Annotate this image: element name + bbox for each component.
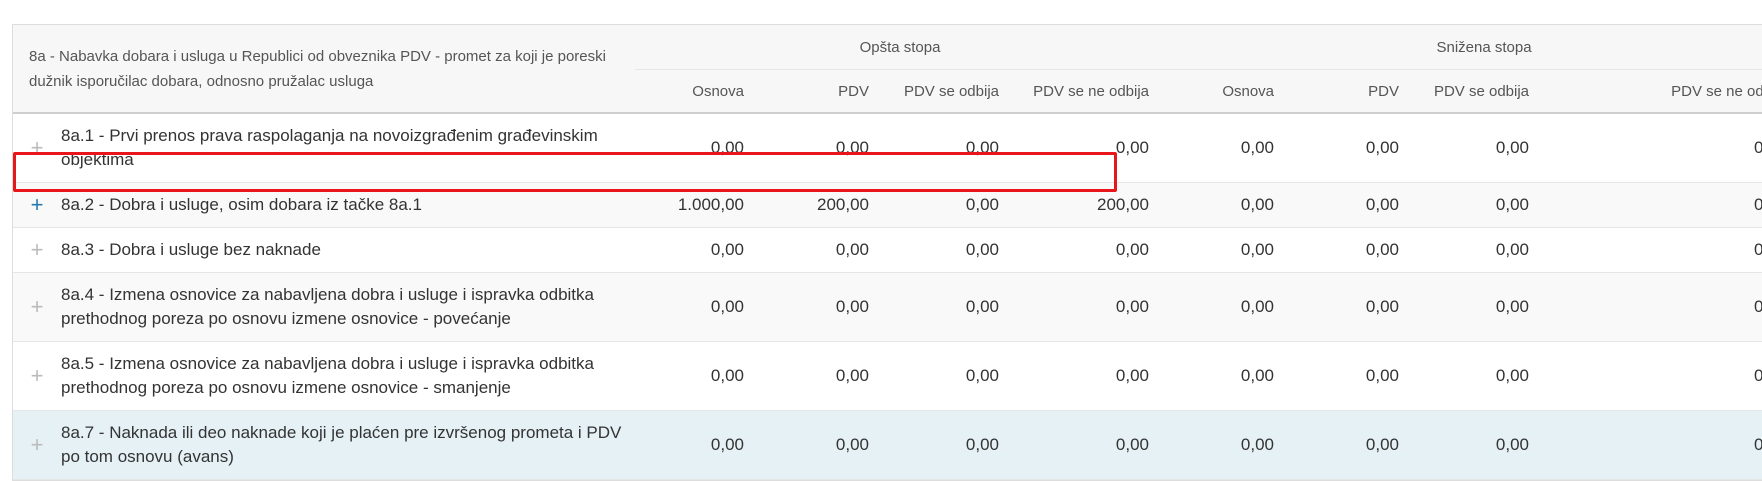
pdv-table: 8a - Nabavka dobara i usluga u Republici… — [13, 25, 1762, 480]
table-row[interactable]: + 8a.1 - Prvi prenos prava raspolaganja … — [13, 113, 1762, 183]
value-cell: 0,00 — [885, 182, 1015, 228]
table-row[interactable]: + 8a.5 - Izmena osnovice za nabavljena d… — [13, 341, 1762, 411]
value-cell: 0,00 — [1165, 272, 1291, 342]
value-cell: 0,00 — [1290, 410, 1416, 480]
section-title: 8a - Nabavka dobara i usluga u Republici… — [13, 25, 635, 114]
expand-cell: + — [13, 113, 61, 183]
value-cell: 0,00 — [1015, 341, 1166, 411]
table-row[interactable]: + 8a.2 - Dobra i usluge, osim dobara iz … — [13, 182, 1762, 228]
header-group-row: 8a - Nabavka dobara i usluga u Republici… — [13, 25, 1762, 114]
column-header: PDV se odbija — [885, 69, 1015, 114]
value-cell: 0,00 — [1165, 227, 1291, 273]
value-cell: 1.000,00 — [635, 182, 760, 228]
value-cell: 0,00 — [1290, 272, 1416, 342]
plus-icon[interactable]: + — [31, 135, 44, 161]
pdv-table-container: 8a - Nabavka dobara i usluga u Republici… — [12, 24, 1762, 481]
value-cell: 0,00 — [635, 113, 760, 183]
value-cell: 0,00 — [635, 227, 760, 273]
value-cell: 0,00 — [1415, 410, 1546, 480]
value-cell: 0,00 — [1015, 113, 1166, 183]
row-label: 8a.5 - Izmena osnovice za nabavljena dob… — [61, 341, 635, 411]
value-cell: 0,00 — [1415, 341, 1546, 411]
column-header: Osnova — [635, 69, 760, 114]
plus-icon[interactable]: + — [31, 294, 44, 320]
value-cell: 200,00 — [760, 182, 885, 228]
table-row[interactable]: + 8a.4 - Izmena osnovice za nabavljena d… — [13, 272, 1762, 342]
value-cell: 0,00 — [635, 410, 760, 480]
row-label: 8a.2 - Dobra i usluge, osim dobara iz ta… — [61, 182, 635, 228]
value-cell: 0,00 — [1545, 272, 1762, 342]
row-label: 8a.7 - Naknada ili deo naknade koji je p… — [61, 410, 635, 480]
row-label: 8a.4 - Izmena osnovice za nabavljena dob… — [61, 272, 635, 342]
group-header-opsta: Opšta stopa — [635, 25, 1166, 70]
value-cell: 0,00 — [1165, 182, 1291, 228]
value-cell: 0,00 — [760, 227, 885, 273]
value-cell: 0,00 — [885, 341, 1015, 411]
value-cell: 0,00 — [885, 410, 1015, 480]
row-label: 8a.1 - Prvi prenos prava raspolaganja na… — [61, 113, 635, 183]
value-cell: 0,00 — [1545, 227, 1762, 273]
value-cell: 0,00 — [1290, 227, 1416, 273]
value-cell: 0,00 — [1415, 182, 1546, 228]
row-label: 8a.3 - Dobra i usluge bez naknade — [61, 227, 635, 273]
value-cell: 0,00 — [885, 272, 1015, 342]
value-cell: 0,00 — [1165, 410, 1291, 480]
expand-cell: + — [13, 182, 61, 228]
value-cell: 0,00 — [1015, 227, 1166, 273]
expand-cell: + — [13, 227, 61, 273]
value-cell: 0,00 — [1015, 272, 1166, 342]
value-cell: 0,00 — [1415, 113, 1546, 183]
value-cell: 0,00 — [1545, 182, 1762, 228]
plus-icon[interactable]: + — [31, 432, 44, 458]
value-cell: 200,00 — [1015, 182, 1166, 228]
plus-icon[interactable]: + — [31, 363, 44, 389]
column-header: PDV se ne odbija — [1545, 69, 1762, 114]
value-cell: 0,00 — [885, 227, 1015, 273]
value-cell: 0,00 — [635, 341, 760, 411]
column-header: PDV se odbija — [1415, 69, 1546, 114]
table-row[interactable]: + 8a.3 - Dobra i usluge bez naknade 0,00… — [13, 227, 1762, 273]
value-cell: 0,00 — [1545, 341, 1762, 411]
group-header-snizena: Snižena stopa — [1165, 25, 1762, 70]
value-cell: 0,00 — [885, 113, 1015, 183]
table-row[interactable]: + 8a.7 - Naknada ili deo naknade koji je… — [13, 410, 1762, 480]
value-cell: 0,00 — [1415, 272, 1546, 342]
value-cell: 0,00 — [1290, 113, 1416, 183]
value-cell: 0,00 — [1290, 341, 1416, 411]
expand-cell: + — [13, 272, 61, 342]
value-cell: 0,00 — [760, 113, 885, 183]
value-cell: 0,00 — [1015, 410, 1166, 480]
value-cell: 0,00 — [1545, 410, 1762, 480]
value-cell: 0,00 — [760, 410, 885, 480]
expand-cell: + — [13, 341, 61, 411]
column-header: PDV — [760, 69, 885, 114]
column-header: PDV se ne odbija — [1015, 69, 1166, 114]
plus-icon[interactable]: + — [31, 192, 44, 218]
value-cell: 0,00 — [1165, 113, 1291, 183]
value-cell: 0,00 — [1415, 227, 1546, 273]
column-header: Osnova — [1165, 69, 1291, 114]
value-cell: 0,00 — [1290, 182, 1416, 228]
column-header: PDV — [1290, 69, 1416, 114]
value-cell: 0,00 — [635, 272, 760, 342]
value-cell: 0,00 — [1545, 113, 1762, 183]
plus-icon[interactable]: + — [31, 237, 44, 263]
value-cell: 0,00 — [1165, 341, 1291, 411]
value-cell: 0,00 — [760, 341, 885, 411]
value-cell: 0,00 — [760, 272, 885, 342]
expand-cell: + — [13, 410, 61, 480]
